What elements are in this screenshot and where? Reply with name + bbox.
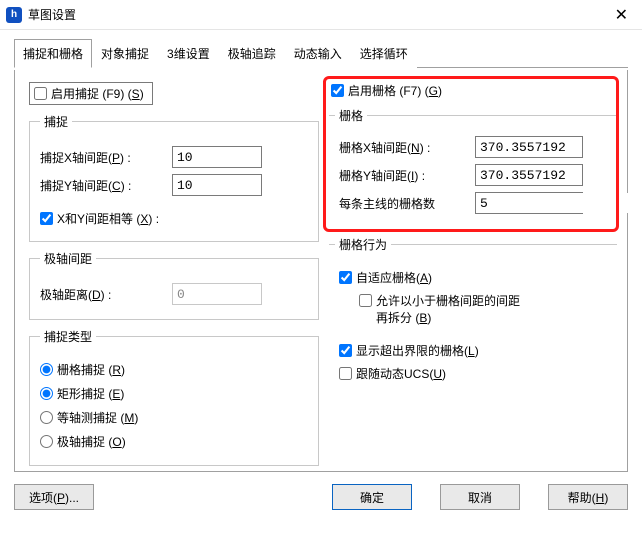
title-bar: h 草图设置 ✕ (0, 0, 642, 30)
major-line-input[interactable] (476, 193, 642, 213)
polar-spacing-group: 极轴间距 极轴距离(D) : (29, 250, 319, 320)
snap-group: 捕捉 捕捉X轴间距(P) : 捕捉Y轴间距(C) : X和Y间距相等 (X) : (29, 113, 319, 242)
grid-x-input[interactable] (475, 136, 583, 158)
grid-behavior-legend: 栅格行为 (335, 236, 391, 253)
cancel-button[interactable]: 取消 (440, 484, 520, 510)
tab-polar[interactable]: 极轴追踪 (219, 39, 285, 68)
snap-type-group: 捕捉类型 栅格捕捉 (R) 矩形捕捉 (E) 等轴 (29, 328, 319, 466)
snap-x-input[interactable] (172, 146, 262, 168)
polar-spacing-legend: 极轴间距 (40, 250, 96, 267)
tab-dyn-input[interactable]: 动态输入 (285, 39, 351, 68)
tab-bar: 捕捉和栅格 对象捕捉 3维设置 极轴追踪 动态输入 选择循环 (14, 38, 628, 68)
snap-y-input[interactable] (172, 174, 262, 196)
grid-x-label: 栅格X轴间距(N) : (339, 139, 469, 156)
xy-equal-checkbox[interactable]: X和Y间距相等 (X) : (40, 210, 159, 227)
major-line-spinner[interactable]: ▲ ▼ (475, 192, 583, 214)
snap-group-legend: 捕捉 (40, 113, 72, 130)
tab-select-cycle[interactable]: 选择循环 (351, 39, 417, 68)
grid-y-label: 栅格Y轴间距(I) : (339, 167, 469, 184)
grid-group-legend: 栅格 (335, 107, 367, 124)
snap-y-label: 捕捉Y轴间距(C) : (40, 177, 166, 194)
iso-snap-radio[interactable]: 等轴测捕捉 (M) (40, 409, 138, 426)
rect-snap-radio[interactable]: 矩形捕捉 (E) (40, 385, 124, 402)
tab-3d[interactable]: 3维设置 (158, 39, 219, 68)
snap-type-legend: 捕捉类型 (40, 328, 96, 345)
app-icon: h (6, 7, 22, 23)
adaptive-checkbox[interactable]: 自适应栅格(A) (339, 269, 432, 286)
dialog-buttons: 选项(P)... 确定 取消 帮助(H) (0, 472, 642, 522)
polar-dist-input (172, 283, 262, 305)
subdivide-checkbox[interactable]: 允许以小于栅格间距的间距 再拆分 (B) (359, 292, 520, 326)
enable-snap-checkbox[interactable]: 启用捕捉 (F9) (S) (34, 85, 144, 102)
ok-button[interactable]: 确定 (332, 484, 412, 510)
beyond-limits-checkbox[interactable]: 显示超出界限的栅格(L) (339, 342, 479, 359)
enable-snap-checkbox-frame: 启用捕捉 (F9) (S) (29, 82, 153, 105)
polar-snap-radio[interactable]: 极轴捕捉 (O) (40, 433, 126, 450)
grid-behavior-group: 栅格行为 自适应栅格(A) 允许以小于栅格间距的间距 再拆分 (B) (329, 236, 617, 396)
tab-panel: 启用捕捉 (F9) (S) 捕捉 捕捉X轴间距(P) : 捕捉Y轴间距(C) :… (14, 70, 628, 472)
tab-object-snap[interactable]: 对象捕捉 (92, 39, 158, 68)
major-line-label: 每条主线的栅格数 (339, 195, 469, 212)
grid-snap-radio[interactable]: 栅格捕捉 (R) (40, 361, 125, 378)
options-button[interactable]: 选项(P)... (14, 484, 94, 510)
polar-dist-label: 极轴距离(D) : (40, 286, 166, 303)
grid-group: 栅格 栅格X轴间距(N) : 栅格Y轴间距(I) : 每条主线的栅格数 ▲ (329, 107, 617, 228)
window-title: 草图设置 (28, 6, 76, 23)
close-icon[interactable]: ✕ (609, 3, 634, 27)
help-button[interactable]: 帮助(H) (548, 484, 628, 510)
follow-ucs-checkbox[interactable]: 跟随动态UCS(U) (339, 365, 446, 382)
enable-grid-checkbox[interactable]: 启用栅格 (F7) (G) (331, 82, 442, 99)
grid-y-input[interactable] (475, 164, 583, 186)
snap-x-label: 捕捉X轴间距(P) : (40, 149, 166, 166)
tab-snap-grid[interactable]: 捕捉和栅格 (14, 39, 92, 68)
